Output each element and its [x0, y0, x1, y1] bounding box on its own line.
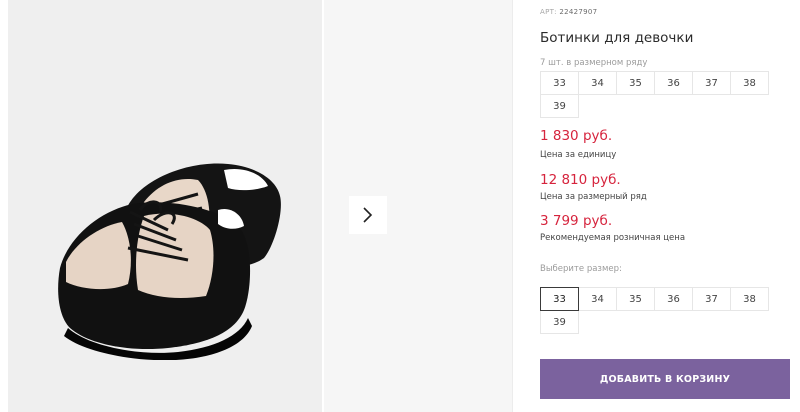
size-option-36[interactable]: 36: [654, 287, 693, 311]
chevron-right-icon: [363, 207, 373, 223]
size-selector: 33 34 35 36 37 38 39: [540, 287, 772, 334]
product-page: АРТ: 22427907 Ботинки для девочки 7 шт. …: [0, 0, 800, 412]
size-option-39[interactable]: 39: [540, 310, 579, 334]
add-to-cart-button[interactable]: ДОБАВИТЬ В КОРЗИНУ: [540, 359, 790, 399]
product-title: Ботинки для девочки: [540, 30, 694, 46]
next-photo-button[interactable]: [349, 196, 387, 234]
size-row-cell: 38: [730, 71, 769, 95]
retail-price-caption: Рекомендуемая розничная цена: [540, 233, 686, 243]
size-option-34[interactable]: 34: [578, 287, 617, 311]
size-row-grid: 33 34 35 36 37 38 39: [540, 71, 772, 118]
shoes-image: [58, 163, 281, 360]
article-value: 22427907: [559, 8, 598, 16]
size-option-35[interactable]: 35: [616, 287, 655, 311]
size-row-cell: 33: [540, 71, 579, 95]
size-row-cell: 34: [578, 71, 617, 95]
row-price-caption: Цена за размерный ряд: [540, 192, 647, 202]
article-label: АРТ:: [540, 8, 557, 16]
row-price: 12 810 руб.: [540, 172, 621, 188]
size-row-cell: 39: [540, 94, 579, 118]
article-number: АРТ: 22427907: [540, 8, 597, 16]
size-row-label: 7 шт. в размерном ряду: [540, 58, 648, 68]
size-option-33[interactable]: 33: [540, 287, 579, 311]
size-row-cell: 36: [654, 71, 693, 95]
size-row-cell: 35: [616, 71, 655, 95]
unit-price: 1 830 руб.: [540, 128, 613, 144]
size-option-37[interactable]: 37: [692, 287, 731, 311]
unit-price-caption: Цена за единицу: [540, 150, 617, 160]
size-row-cell: 37: [692, 71, 731, 95]
column-divider: [512, 0, 513, 412]
product-photo[interactable]: [0, 0, 322, 412]
size-option-38[interactable]: 38: [730, 287, 769, 311]
retail-price: 3 799 руб.: [540, 213, 613, 229]
choose-size-label: Выберите размер:: [540, 264, 622, 274]
